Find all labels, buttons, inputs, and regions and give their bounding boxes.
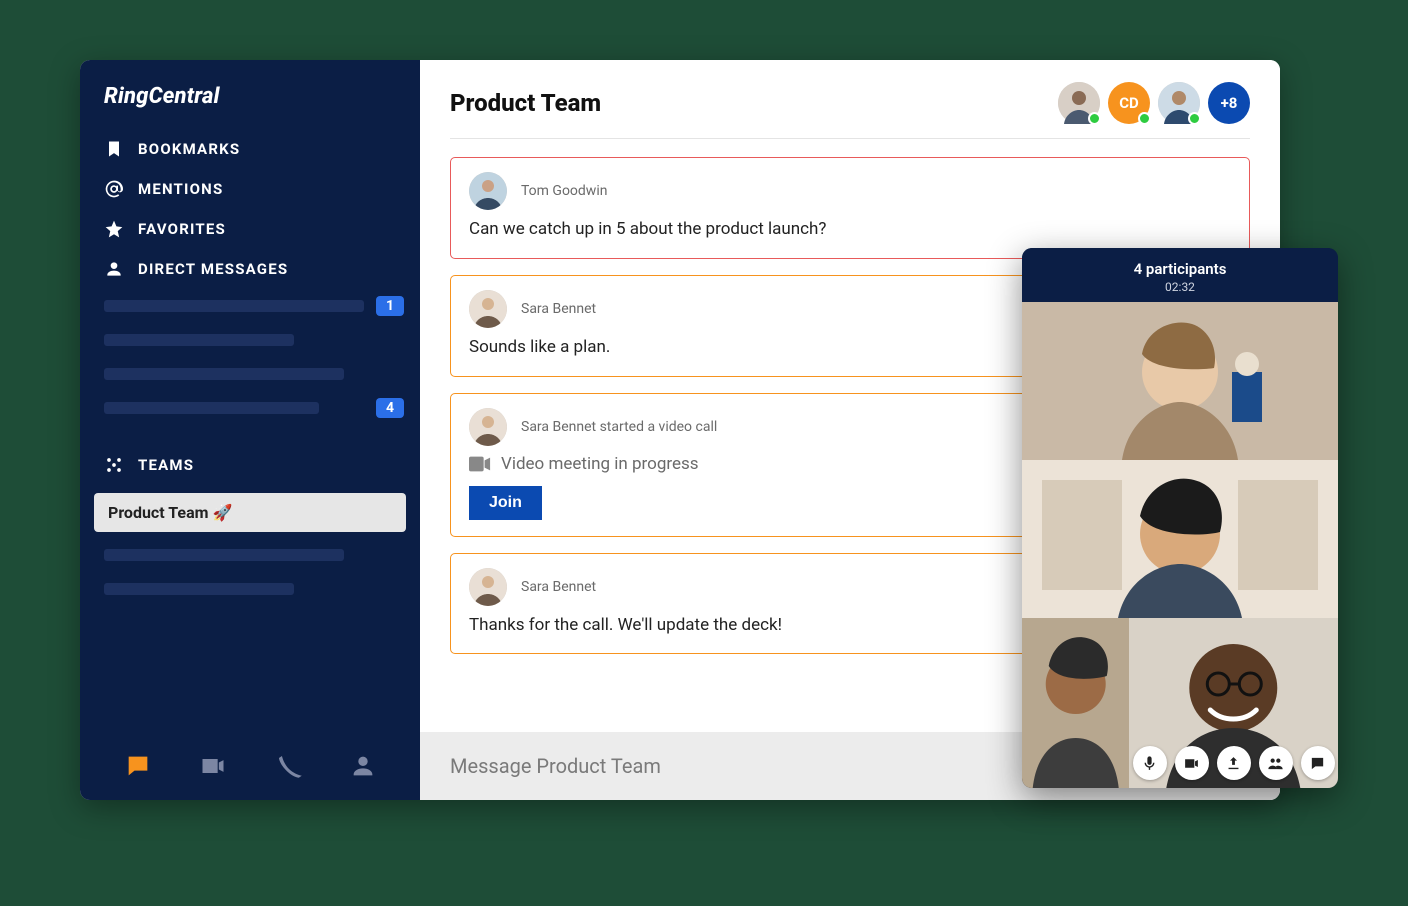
nav-direct-messages-label: DIRECT MESSAGES	[138, 260, 288, 278]
video-participant-row	[1022, 618, 1338, 788]
bottom-nav	[80, 734, 420, 800]
member-overflow-count: +8	[1221, 94, 1238, 112]
team-item[interactable]	[104, 542, 404, 568]
message-avatar	[469, 408, 507, 446]
dm-item[interactable]: 1	[104, 293, 404, 319]
video-participant-tile	[1022, 618, 1129, 788]
tab-video[interactable]	[199, 752, 227, 780]
call-timer: 02:32	[1028, 280, 1332, 294]
member-avatar-initials[interactable]: CD	[1108, 82, 1150, 124]
nav-favorites-label: FAVORITES	[138, 220, 226, 238]
message-card: Tom Goodwin Can we catch up in 5 about t…	[450, 157, 1250, 259]
join-button[interactable]: Join	[469, 486, 542, 520]
message-author: Tom Goodwin	[521, 183, 607, 199]
team-list	[80, 538, 420, 608]
message-author: Sara Bennet	[521, 579, 596, 595]
tab-phone[interactable]	[274, 752, 302, 780]
team-item-label: Product Team 🚀	[108, 503, 232, 522]
member-avatar[interactable]	[1158, 82, 1200, 124]
video-participant-tile	[1022, 460, 1338, 618]
conversation-title: Product Team	[450, 89, 601, 117]
presence-indicator	[1138, 112, 1151, 125]
video-participant-tile	[1129, 618, 1338, 788]
teams-icon	[104, 455, 124, 475]
member-avatars: CD +8	[1058, 82, 1250, 124]
dm-item-placeholder	[104, 334, 294, 346]
dm-item-placeholder	[104, 300, 364, 312]
member-initials: CD	[1119, 94, 1139, 112]
participant-count: 4 participants	[1028, 260, 1332, 278]
dm-item[interactable]	[104, 361, 404, 387]
message-author: Sara Bennet started a video call	[521, 419, 717, 435]
dm-item-placeholder	[104, 368, 344, 380]
participants-button[interactable]	[1259, 746, 1293, 780]
nav-favorites[interactable]: FAVORITES	[80, 209, 420, 249]
dm-item[interactable]	[104, 327, 404, 353]
team-item-selected[interactable]: Product Team 🚀	[94, 493, 406, 532]
nav-teams[interactable]: TEAMS	[80, 445, 420, 485]
nav-bookmarks[interactable]: BOOKMARKS	[80, 129, 420, 169]
conversation-header: Product Team CD +8	[420, 60, 1280, 138]
member-overflow[interactable]: +8	[1208, 82, 1250, 124]
share-button[interactable]	[1217, 746, 1251, 780]
at-icon	[104, 179, 124, 199]
team-item-placeholder	[104, 549, 344, 561]
message-avatar	[469, 290, 507, 328]
nav-mentions[interactable]: MENTIONS	[80, 169, 420, 209]
video-participant-tile	[1022, 302, 1338, 460]
team-item[interactable]	[104, 576, 404, 602]
message-avatar	[469, 172, 507, 210]
message-avatar	[469, 568, 507, 606]
nav-direct-messages[interactable]: DIRECT MESSAGES	[80, 249, 420, 289]
message-author: Sara Bennet	[521, 301, 596, 317]
direct-message-list: 1 4	[80, 289, 420, 427]
star-icon	[104, 219, 124, 239]
unread-badge: 4	[376, 398, 404, 418]
dm-item[interactable]: 4	[104, 395, 404, 421]
message-body: Can we catch up in 5 about the product l…	[469, 218, 1231, 242]
nav-mentions-label: MENTIONS	[138, 180, 223, 198]
video-icon	[469, 456, 491, 472]
dm-item-placeholder	[104, 402, 319, 414]
member-avatar[interactable]	[1058, 82, 1100, 124]
nav-bookmarks-label: BOOKMARKS	[138, 140, 240, 158]
presence-indicator	[1088, 112, 1101, 125]
tab-messages[interactable]	[124, 752, 152, 780]
bookmark-icon	[104, 139, 124, 159]
camera-button[interactable]	[1175, 746, 1209, 780]
brand-logo: RingCentral	[80, 80, 420, 129]
video-call-header: 4 participants 02:32	[1022, 248, 1338, 302]
video-controls	[1129, 746, 1338, 780]
nav-teams-label: TEAMS	[138, 456, 194, 474]
team-item-placeholder	[104, 583, 294, 595]
sidebar: RingCentral BOOKMARKS MENTIONS FAVORITES…	[80, 60, 420, 800]
chat-button[interactable]	[1301, 746, 1335, 780]
unread-badge: 1	[376, 296, 404, 316]
mute-button[interactable]	[1133, 746, 1167, 780]
video-call-panel: 4 participants 02:32	[1022, 248, 1338, 788]
tab-contacts[interactable]	[349, 752, 377, 780]
person-icon	[104, 259, 124, 279]
presence-indicator	[1188, 112, 1201, 125]
video-status-text: Video meeting in progress	[501, 454, 699, 474]
